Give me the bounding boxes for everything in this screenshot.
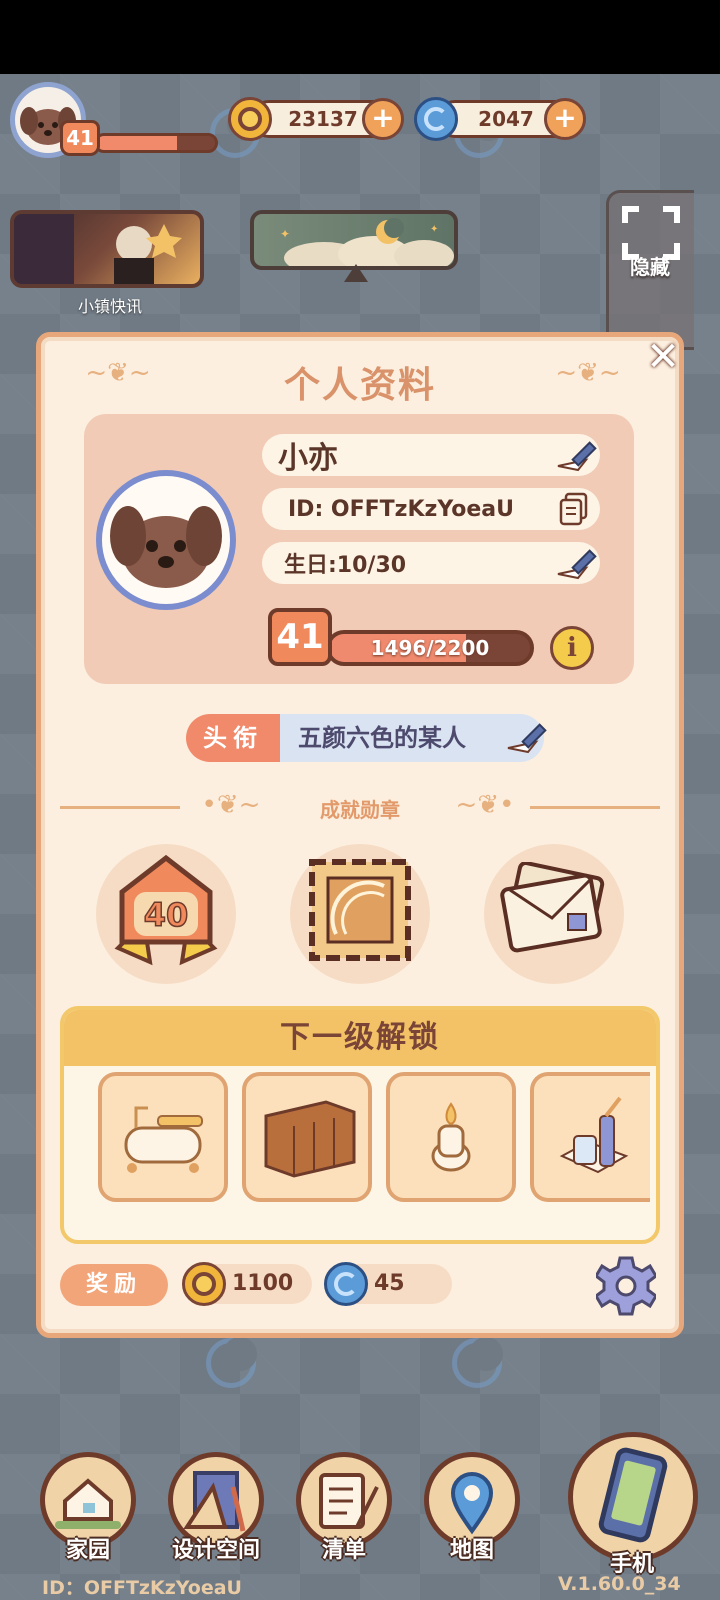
player-id-field: ID: OFFTzKzYoeaU	[262, 488, 600, 530]
home-icon	[55, 1478, 121, 1529]
settings-gear-icon[interactable]	[596, 1256, 656, 1316]
add-gems-button[interactable]: +	[544, 98, 586, 140]
reward-label: 奖励	[60, 1264, 168, 1306]
birthday-text: 生日:10/30	[284, 553, 407, 578]
svg-text:✦: ✦	[430, 224, 438, 235]
design-icon	[183, 1471, 246, 1532]
glass-icon	[559, 1096, 629, 1174]
player-name-field: 小亦	[262, 434, 600, 476]
footer-version: V.1.60.0_34	[558, 1573, 681, 1595]
bathtub-icon	[124, 1106, 203, 1173]
medal-40-text: 40	[144, 896, 189, 934]
player-name: 小亦	[278, 441, 338, 476]
edit-name-pencil-icon[interactable]	[556, 436, 600, 472]
svg-text:✦: ✦	[280, 227, 290, 241]
news-illustration-icon	[14, 214, 182, 284]
cabinet-icon	[264, 1100, 356, 1178]
top-level-badge: 41	[60, 120, 100, 156]
map-pin-icon	[450, 1472, 494, 1535]
modal-title: 个人资料	[283, 365, 436, 406]
top-xp-bar	[94, 133, 218, 153]
nav-map-label: 地图	[449, 1538, 494, 1563]
add-coins-button[interactable]: +	[362, 98, 404, 140]
level-40-medal-icon: 40	[114, 854, 218, 966]
player-title-row: 头衔 五颜六色的某人	[186, 714, 544, 762]
title-value: 五颜六色的某人	[280, 714, 544, 762]
moon-deco-icon	[452, 1337, 503, 1388]
status-bar	[0, 0, 720, 74]
nav-list-label: 清单	[321, 1538, 366, 1563]
nav-design-label: 设计空间	[171, 1538, 260, 1563]
nav-home-label: 家园	[65, 1538, 110, 1563]
phone-button[interactable]	[568, 1432, 698, 1562]
coin-icon	[228, 97, 272, 141]
copy-id-icon[interactable]	[558, 492, 590, 526]
player-id: ID: OFFTzKzYoeaU	[288, 496, 514, 522]
hide-label: 隐藏	[630, 255, 670, 279]
unlock-title: 下一级解锁	[64, 1010, 656, 1066]
unlock-item-candle[interactable]	[386, 1072, 516, 1202]
reward-gems-value: 45	[374, 1271, 405, 1296]
day-night-indicator[interactable]: ✦ ✦	[250, 210, 458, 270]
edit-title-pencil-icon[interactable]	[506, 718, 550, 754]
achievement-section-label: 成就勋章	[320, 798, 400, 822]
moon-deco-icon	[206, 1337, 257, 1388]
phone-icon	[598, 1447, 668, 1543]
coin-count: 23137	[288, 107, 358, 131]
candle-icon	[431, 1102, 471, 1172]
town-news-label: 小镇快讯	[77, 297, 142, 316]
reward-swirl-icon	[324, 1262, 368, 1306]
night-cloud-icon: ✦ ✦	[280, 218, 454, 266]
unlock-item-glass[interactable]	[530, 1072, 650, 1202]
town-news-card[interactable]	[10, 210, 204, 288]
reward-coin-icon	[182, 1262, 226, 1306]
footer-player-id: ID：OFFTzKzYoeaU	[42, 1577, 242, 1599]
stamp-medal-icon	[309, 859, 411, 961]
letter-medal-icon	[500, 862, 605, 953]
profile-level-badge: 41	[268, 608, 332, 666]
swirl-gem-icon	[414, 97, 458, 141]
weather-arrow-icon	[344, 264, 368, 282]
level-info-button[interactable]: i	[550, 626, 594, 670]
birthday-field: 生日:10/30	[262, 542, 600, 584]
profile-xp-text: 1496/2200	[370, 636, 490, 660]
title-tag: 头衔	[186, 714, 280, 762]
top-xp-fill	[97, 136, 178, 150]
reward-coins-value: 1100	[232, 1271, 294, 1296]
edit-birthday-pencil-icon[interactable]	[556, 544, 600, 580]
dog-avatar-icon	[110, 506, 222, 588]
gem-count: 2047	[478, 107, 534, 131]
profile-avatar[interactable]	[96, 470, 236, 610]
unlock-item-cabinet[interactable]	[242, 1072, 372, 1202]
unlock-item-bathtub[interactable]	[98, 1072, 228, 1202]
list-icon	[319, 1473, 379, 1529]
